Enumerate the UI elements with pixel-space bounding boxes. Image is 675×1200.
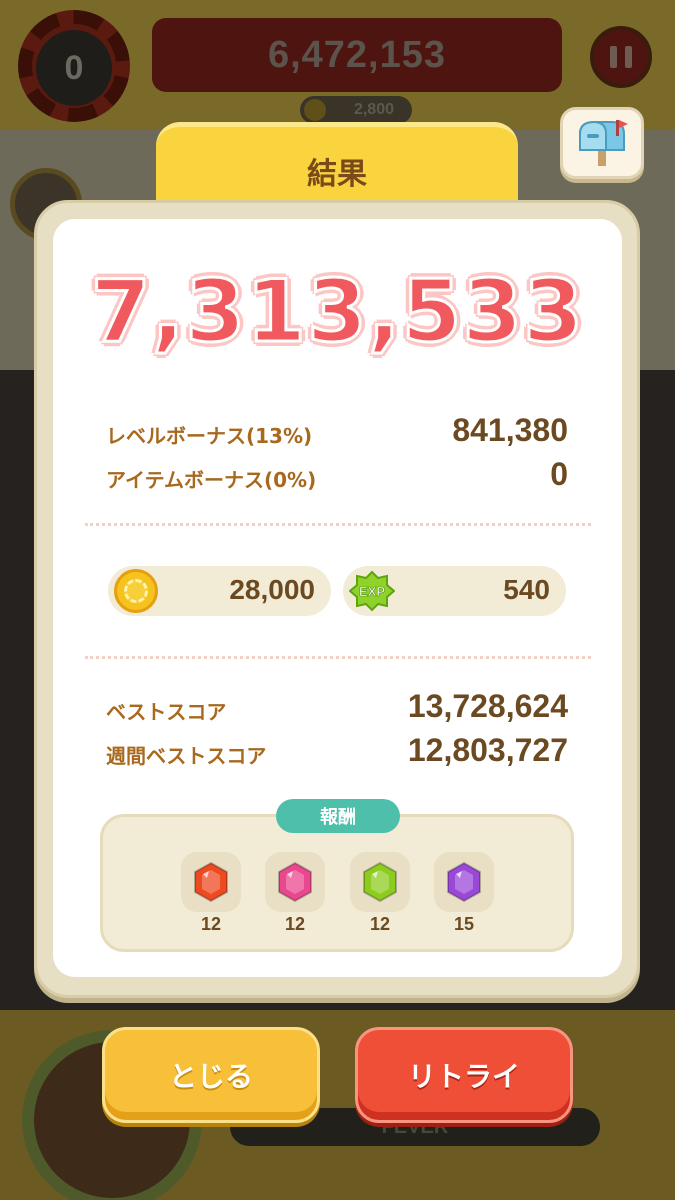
final-score: 7,313,533 [89,261,585,364]
mailbox-icon [579,120,628,166]
exp-earned-value: 540 [503,574,550,605]
mailbox-button[interactable] [560,107,644,179]
coins-earned-value: 28,000 [229,574,315,605]
coin-counter-value: 2,800 [353,101,394,118]
coin-small-icon [304,99,326,121]
reward-box [100,814,574,952]
coin-icon [114,569,158,613]
level-bonus-label: レベルボーナス(13%) [106,424,313,448]
item-bonus-label: アイテムボーナス(0%) [106,468,317,492]
green-gem-count: 12 [369,914,391,934]
exp-icon: EXP [349,570,395,612]
best-score-label: ベストスコア [106,700,227,724]
pink-gem-icon [265,852,325,912]
red-gem-icon [181,852,241,912]
divider [85,656,591,659]
best-score-value: 13,728,624 [407,688,568,724]
item-bonus-value: 0 [550,456,568,492]
purple-gem-count: 15 [453,914,475,934]
green-gem-icon [350,852,410,912]
exp-earned-pill: EXP 540 [343,566,566,616]
weekly-best-score-label: 週間ベストスコア [106,744,267,768]
retry-button[interactable]: リトライ [355,1027,573,1123]
game-score-display: 6,472,153 [152,18,562,92]
exp-icon-label: EXP [359,584,385,599]
pause-icon-bar-left [610,46,617,68]
close-button-label: とじる [168,1060,253,1093]
retry-button-label: リトライ [407,1060,520,1093]
divider [85,523,591,526]
close-button[interactable]: とじる [102,1027,320,1123]
combo-counter: 0 [36,30,112,106]
pink-gem-count: 12 [284,914,306,934]
purple-gem-icon [434,852,494,912]
coins-earned-pill: 28,000 [108,566,331,616]
level-bonus-value: 841,380 [452,412,568,448]
weekly-best-score-value: 12,803,727 [407,732,568,768]
reward-title: 報酬 [276,799,400,833]
pause-button [590,26,652,88]
red-gem-count: 12 [200,914,222,934]
pause-icon-bar-right [625,46,632,68]
coin-counter: 2,800 [300,96,412,124]
